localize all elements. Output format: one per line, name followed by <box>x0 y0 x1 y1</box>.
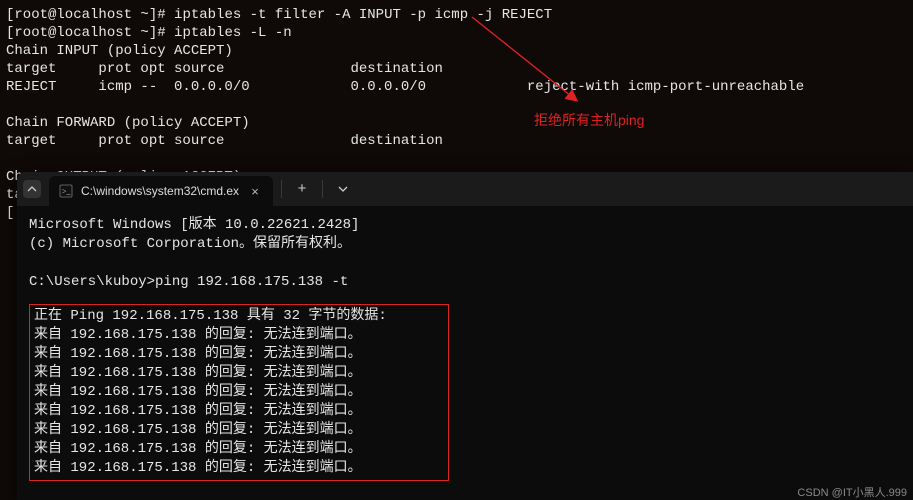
ping-reply-line: 来自 192.168.175.138 的回复: 无法连到端口。 <box>34 440 444 459</box>
blank-line <box>29 254 901 273</box>
svg-text:>_: >_ <box>62 187 72 196</box>
cmd-window: >_ C:\windows\system32\cmd.ex × + Micros… <box>17 172 913 500</box>
window-menu-icon[interactable] <box>23 180 41 198</box>
ping-reply-line: 来自 192.168.175.138 的回复: 无法连到端口。 <box>34 383 444 402</box>
ping-reply-line: 来自 192.168.175.138 的回复: 无法连到端口。 <box>34 345 444 364</box>
tab-dropdown-button[interactable] <box>329 175 357 203</box>
ping-reply-line: 来自 192.168.175.138 的回复: 无法连到端口。 <box>34 459 444 478</box>
ping-reply-line: 来自 192.168.175.138 的回复: 无法连到端口。 <box>34 364 444 383</box>
close-tab-button[interactable]: × <box>247 183 263 199</box>
cmd-prompt-line: C:\Users\kuboy>ping 192.168.175.138 -t <box>29 273 901 292</box>
ping-reply-line: 来自 192.168.175.138 的回复: 无法连到端口。 <box>34 402 444 421</box>
terminal-line: [root@localhost ~]# iptables -L -n <box>6 24 907 42</box>
ping-output-box: 正在 Ping 192.168.175.138 具有 32 字节的数据: 来自 … <box>29 304 449 481</box>
terminal-line: target prot opt source destination <box>6 60 907 78</box>
titlebar-actions: + <box>279 175 357 203</box>
divider <box>281 180 282 198</box>
new-tab-button[interactable]: + <box>288 175 316 203</box>
cmd-tab[interactable]: >_ C:\windows\system32\cmd.ex × <box>49 176 273 206</box>
annotation-top: 拒绝所有主机ping <box>534 110 644 130</box>
watermark: CSDN @IT小黑人.999 <box>797 484 907 500</box>
cmd-tab-title: C:\windows\system32\cmd.ex <box>81 184 239 198</box>
terminal-line: Chain FORWARD (policy ACCEPT) <box>6 114 907 132</box>
ping-reply-line: 来自 192.168.175.138 的回复: 无法连到端口。 <box>34 326 444 345</box>
terminal-line <box>6 96 907 114</box>
cmd-titlebar: >_ C:\windows\system32\cmd.ex × + <box>17 172 913 206</box>
cmd-banner: (c) Microsoft Corporation。保留所有权利。 <box>29 235 901 254</box>
cmd-icon: >_ <box>59 184 73 198</box>
ping-reply-line: 来自 192.168.175.138 的回复: 无法连到端口。 <box>34 421 444 440</box>
chevron-down-icon <box>338 184 348 194</box>
terminal-line: Chain INPUT (policy ACCEPT) <box>6 42 907 60</box>
divider <box>322 180 323 198</box>
cmd-body[interactable]: Microsoft Windows [版本 10.0.22621.2428] (… <box>17 206 913 491</box>
terminal-line: [root@localhost ~]# iptables -t filter -… <box>6 6 907 24</box>
cmd-banner: Microsoft Windows [版本 10.0.22621.2428] <box>29 216 901 235</box>
ping-header: 正在 Ping 192.168.175.138 具有 32 字节的数据: <box>34 307 444 326</box>
terminal-line: REJECT icmp -- 0.0.0.0/0 0.0.0.0/0 rejec… <box>6 78 907 96</box>
terminal-line: target prot opt source destination <box>6 132 907 150</box>
terminal-line <box>6 150 907 168</box>
